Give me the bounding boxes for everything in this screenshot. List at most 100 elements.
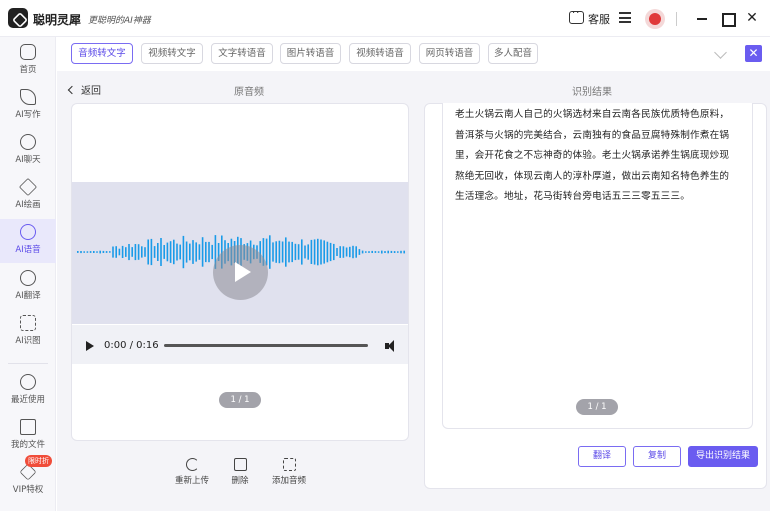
chat-bubble-icon (569, 8, 584, 24)
tab-webpage-to-speech[interactable]: 网页转语音 (419, 43, 480, 64)
tab-text-to-speech[interactable]: 文字转语音 (211, 43, 273, 64)
source-audio-title: 原音频 (234, 87, 264, 98)
waveform-bar (400, 250, 402, 254)
waveform-bar (173, 239, 175, 265)
customer-service-button[interactable]: 客服 (569, 8, 615, 28)
waveform-bar (288, 241, 290, 263)
add-audio-button[interactable]: 添加音频 (265, 458, 313, 486)
waveform-bar (105, 251, 108, 253)
add-icon (282, 458, 296, 471)
refresh-icon (185, 458, 199, 471)
sidebar-item-home[interactable]: 首页 (0, 39, 56, 83)
waveform-bar (150, 238, 153, 266)
audio-time: 0:00 / 0:16 (104, 340, 159, 351)
menu-icon[interactable] (619, 12, 631, 23)
back-label: 返回 (81, 86, 101, 97)
waveform-bar (121, 245, 124, 258)
chevron-left-icon (67, 85, 77, 95)
waveform-bar (371, 250, 373, 253)
waveform-bar (131, 247, 133, 257)
sidebar-item-label: VIP特权 (12, 485, 44, 495)
maximize-button[interactable] (718, 9, 736, 27)
sidebar-item-label: AI写作 (15, 110, 41, 120)
waveform-bar (361, 250, 364, 254)
sidebar-item-label: 首页 (19, 65, 37, 75)
waveform-bar (169, 241, 172, 263)
sidebar-item-label: AI语音 (15, 245, 41, 255)
minimize-button[interactable] (693, 9, 711, 27)
sidebar-item-recognize[interactable]: AI识图 (0, 310, 56, 354)
waveform-bar (115, 246, 117, 258)
sidebar-item-label: 我的文件 (10, 440, 45, 450)
clock-icon (20, 374, 36, 390)
waveform-bar (368, 251, 370, 253)
volume-icon[interactable] (385, 340, 397, 352)
waveform-bar (387, 250, 389, 254)
waveform-bar (93, 251, 95, 253)
back-button[interactable]: 返回 (67, 82, 101, 97)
sidebar-item-translate[interactable]: AI翻译 (0, 265, 56, 309)
pen-icon (20, 89, 36, 105)
sidebar-item-label: AI翻译 (15, 291, 41, 301)
waveform-bar (134, 244, 137, 261)
waveform-bar (310, 239, 313, 264)
avatar[interactable] (645, 9, 665, 29)
waveform-bar (281, 241, 284, 263)
waveform-bar (109, 251, 111, 253)
waveform-bar (333, 243, 335, 261)
waveform-bar (208, 241, 210, 263)
source-page-indicator: 1 / 1 (219, 392, 261, 408)
tab-audio-to-text[interactable]: 音频转文字 (71, 43, 133, 64)
waveform-bar (166, 242, 169, 262)
sidebar-item-voice[interactable]: AI语音 (0, 219, 56, 263)
titlebar-divider (676, 12, 677, 26)
tab-video-to-speech[interactable]: 视频转语音 (349, 43, 411, 64)
waveform-bar (102, 250, 105, 253)
audio-progress-slider[interactable] (164, 344, 368, 347)
waveform-bar (342, 246, 345, 258)
close-window-button[interactable]: ✕ (743, 9, 761, 27)
result-text: 老土火锅云南人自己的火锅选材来自云南各民族优质特色原料， 普洱茶与火锅的完美结合… (455, 105, 745, 208)
app-name: 聪明灵犀 (33, 13, 82, 27)
sidebar-item-files[interactable]: 我的文件 (0, 414, 56, 458)
headphones-icon (20, 224, 36, 240)
waveform-bar (179, 244, 181, 260)
waveform-bar (336, 248, 338, 256)
waveform-bar (189, 243, 191, 261)
add-audio-label: 添加音频 (271, 476, 306, 486)
waveform-bar (192, 240, 194, 264)
customer-service-label: 客服 (588, 13, 610, 26)
tab-video-to-text[interactable]: 视频转文字 (141, 43, 203, 64)
home-icon (20, 44, 36, 60)
tab-multi-voice[interactable]: 多人配音 (488, 43, 538, 64)
sidebar-item-label: AI识图 (15, 336, 41, 346)
waveform-bar (381, 250, 383, 254)
translate-button[interactable]: 翻译 (578, 446, 626, 467)
export-result-button[interactable]: 导出识别结果 (688, 446, 758, 467)
waveform-bar (390, 250, 393, 253)
sidebar-item-chat[interactable]: AI聊天 (0, 129, 56, 173)
waveform-bar (112, 246, 114, 258)
waveform-bar (89, 251, 92, 253)
play-icon[interactable] (86, 341, 94, 351)
close-icon[interactable]: ✕ (745, 45, 762, 62)
waveform-bar (377, 251, 380, 253)
waveform-bar (285, 237, 287, 267)
waveform-bar (211, 244, 213, 260)
sidebar-item-write[interactable]: AI写作 (0, 84, 56, 128)
sidebar-item-draw[interactable]: AI绘画 (0, 174, 56, 218)
tab-image-to-speech[interactable]: 图片转语音 (280, 43, 341, 64)
copy-button[interactable]: 复制 (633, 446, 681, 467)
waveform-bar (304, 245, 306, 259)
waveform-bar (185, 241, 188, 263)
result-line: 生活理念。地址，花马街转台旁电话五三三零五三三。 (455, 191, 691, 202)
trash-icon (233, 458, 247, 471)
chat-icon (20, 134, 36, 150)
sidebar-item-recent[interactable]: 最近使用 (0, 369, 56, 413)
play-overlay-button[interactable] (213, 245, 268, 300)
reupload-button[interactable]: 重新上传 (168, 458, 216, 486)
waveform-bar (125, 247, 127, 257)
delete-button[interactable]: 删除 (216, 458, 264, 486)
waveform-bar (403, 250, 405, 254)
waveform-bar (307, 244, 309, 260)
